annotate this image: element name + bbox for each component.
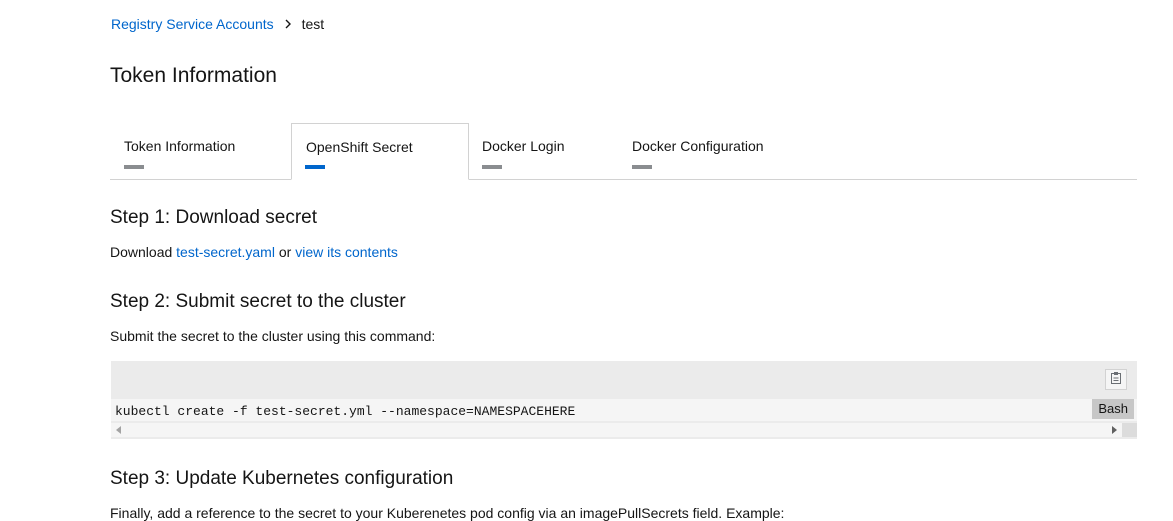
tab-indicator [482, 165, 502, 169]
step1-title: Step 1: Download secret [110, 207, 318, 228]
view-contents-link[interactable]: view its contents [295, 244, 398, 260]
step3-description: Finally, add a reference to the secret t… [110, 505, 785, 521]
horizontal-scrollbar[interactable] [111, 423, 1137, 437]
tab-docker-configuration[interactable]: Docker Configuration [618, 123, 798, 179]
step1-description: Download test-secret.yaml or view its co… [110, 244, 398, 260]
code-block-header [111, 361, 1137, 399]
chevron-right-icon [282, 18, 294, 30]
tab-openshift-secret[interactable]: OpenShift Secret [291, 123, 469, 180]
tab-label: Docker Configuration [632, 138, 764, 154]
tab-label: Docker Login [482, 138, 565, 154]
code-line[interactable]: kubectl create -f test-secret.yml --name… [111, 399, 1137, 421]
scroll-right-arrow-icon[interactable] [1112, 426, 1117, 434]
tab-bar: Token Information OpenShift Secret Docke… [110, 123, 1137, 180]
language-badge: Bash [1092, 399, 1134, 419]
download-secret-link[interactable]: test-secret.yaml [176, 244, 275, 260]
page-title: Token Information [110, 64, 277, 87]
copy-button[interactable] [1105, 369, 1127, 390]
scrollbar-corner [1122, 423, 1137, 437]
clipboard-icon [1110, 371, 1122, 389]
code-block: kubectl create -f test-secret.yml --name… [111, 361, 1137, 439]
scroll-left-arrow-icon[interactable] [116, 426, 121, 434]
step1-or: or [274, 244, 296, 260]
tab-docker-login[interactable]: Docker Login [468, 123, 618, 179]
tab-token-information[interactable]: Token Information [110, 123, 291, 179]
tab-label: Token Information [124, 138, 236, 154]
breadcrumb-current: test [301, 16, 325, 32]
tab-indicator [632, 165, 652, 169]
tab-indicator [124, 165, 144, 169]
step1-prefix: Download [110, 244, 177, 260]
step2-title: Step 2: Submit secret to the cluster [110, 291, 406, 312]
tab-label: OpenShift Secret [306, 139, 413, 155]
breadcrumb-link-registry-service-accounts[interactable]: Registry Service Accounts [111, 16, 274, 32]
step2-description: Submit the secret to the cluster using t… [110, 328, 436, 344]
breadcrumb: Registry Service Accounts test [111, 15, 324, 33]
command-text[interactable]: kubectl create -f test-secret.yml --name… [115, 404, 575, 419]
tab-indicator-active [305, 165, 325, 169]
step3-title: Step 3: Update Kubernetes configuration [110, 468, 454, 489]
